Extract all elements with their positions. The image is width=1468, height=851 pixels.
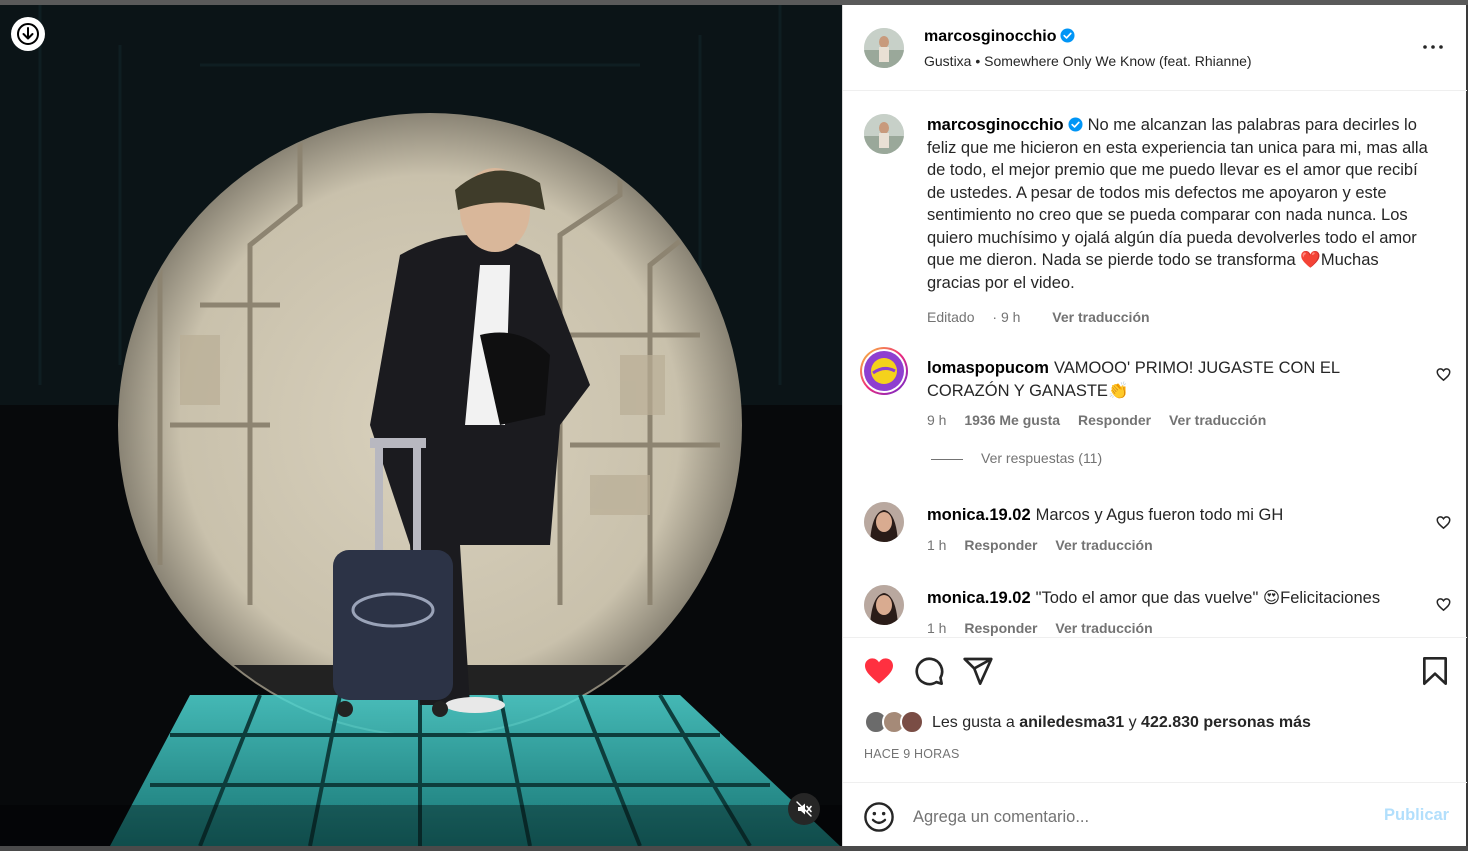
- verified-icon: [1060, 28, 1076, 43]
- comment-text: monica.19.02 "Todo el amor que das vuelve…: [927, 589, 1381, 607]
- comment-like-heart-icon[interactable]: [1436, 367, 1451, 382]
- window-frame: marcosginocchio Gustixa • Somewhere Only…: [0, 0, 1468, 851]
- comment-username[interactable]: lomaspopucom: [927, 359, 1049, 377]
- author-username[interactable]: marcosginocchio: [924, 28, 1076, 46]
- heart-emoji: ❤️: [1300, 251, 1321, 269]
- heart-eyes-emoji: 😍: [1262, 589, 1281, 607]
- post-actions: Les gusta a aniledesma31 y 422.830 perso…: [843, 637, 1467, 782]
- mute-button[interactable]: [788, 793, 820, 825]
- avatar-image: [864, 502, 904, 542]
- comment-icon[interactable]: [913, 655, 945, 687]
- translate-link[interactable]: Ver traducción: [1055, 537, 1152, 553]
- liker-avatar: [900, 710, 924, 734]
- comment-meta: 1 h Responder Ver traducción: [927, 537, 1153, 553]
- audio-track-link[interactable]: Gustixa • Somewhere Only We Know (feat. …: [924, 53, 1252, 69]
- reply-button[interactable]: Responder: [964, 537, 1037, 553]
- comment-meta: 9 h 1936 Me gusta Responder Ver traducci…: [927, 412, 1267, 428]
- verified-icon: [1068, 117, 1083, 132]
- avatar-image: [864, 351, 904, 391]
- comment-avatar-lomaspopucom[interactable]: [860, 347, 908, 395]
- translate-link[interactable]: Ver traducción: [1169, 412, 1266, 428]
- caption-username[interactable]: marcosginocchio: [927, 116, 1083, 134]
- more-options-icon[interactable]: [1421, 35, 1445, 59]
- replies-divider: [931, 458, 963, 460]
- comments-list[interactable]: marcosginocchio No me alcanzan las palabr…: [843, 92, 1467, 636]
- likes-count[interactable]: 422.830 personas más: [1141, 714, 1311, 732]
- post-caption: marcosginocchio No me alcanzan las palabr…: [927, 114, 1435, 294]
- caption-author-avatar[interactable]: [864, 114, 904, 154]
- comment-likes-count[interactable]: 1936 Me gusta: [964, 412, 1060, 428]
- view-replies-button[interactable]: Ver respuestas (11): [931, 450, 1102, 466]
- post-details-panel: marcosginocchio Gustixa • Somewhere Only…: [842, 5, 1467, 846]
- reply-button[interactable]: Responder: [964, 620, 1037, 636]
- comment-username[interactable]: monica.19.02: [927, 589, 1031, 607]
- caption-meta: Editado · 9 h Ver traducción: [927, 309, 1164, 325]
- post-timestamp[interactable]: HACE 9 HORAS: [864, 747, 959, 761]
- post-video[interactable]: [0, 5, 842, 846]
- comment-input[interactable]: [913, 803, 1353, 831]
- download-icon: [17, 23, 39, 45]
- mute-icon: [796, 801, 812, 817]
- comment-text: lomaspopucom VAMOOO' PRIMO! JUGASTE CON E…: [927, 359, 1340, 400]
- caption-edited: Editado · 9 h: [927, 309, 1021, 325]
- author-avatar[interactable]: [864, 28, 904, 68]
- caption-translate-link[interactable]: Ver traducción: [1052, 309, 1149, 325]
- avatar-image: [864, 28, 904, 68]
- translate-link[interactable]: Ver traducción: [1055, 620, 1152, 636]
- avatar-image: [864, 585, 904, 625]
- comment-like-heart-icon[interactable]: [1436, 597, 1451, 612]
- comment-avatar-monica[interactable]: [864, 585, 904, 625]
- clap-emoji: 👏: [1107, 381, 1129, 400]
- post-header: marcosginocchio Gustixa • Somewhere Only…: [843, 5, 1467, 91]
- comment-text: monica.19.02 Marcos y Agus fueron todo mi…: [927, 506, 1284, 524]
- comment-username[interactable]: monica.19.02: [927, 506, 1031, 524]
- comment-meta: 1 h Responder Ver traducción: [927, 620, 1153, 636]
- add-comment-bar: Publicar: [843, 782, 1467, 846]
- bookmark-icon[interactable]: [1419, 655, 1451, 687]
- caption-text-part1: No me alcanzan las palabras para decirle…: [927, 116, 1428, 269]
- download-button[interactable]: [11, 17, 45, 51]
- avatar-image: [864, 114, 904, 154]
- publish-button[interactable]: Publicar: [1384, 806, 1449, 825]
- comment-like-heart-icon[interactable]: [1436, 515, 1451, 530]
- liker-username[interactable]: aniledesma31: [1019, 714, 1124, 732]
- like-heart-icon[interactable]: [863, 655, 895, 687]
- comment-avatar-monica[interactable]: [864, 502, 904, 542]
- likes-summary[interactable]: Les gusta a aniledesma31 y 422.830 perso…: [864, 708, 1311, 738]
- reply-button[interactable]: Responder: [1078, 412, 1151, 428]
- share-icon[interactable]: [962, 655, 994, 687]
- emoji-icon[interactable]: [863, 801, 895, 833]
- liker-avatars: [864, 709, 926, 737]
- video-frame-image: [0, 5, 842, 846]
- bottom-strip: [0, 846, 1468, 851]
